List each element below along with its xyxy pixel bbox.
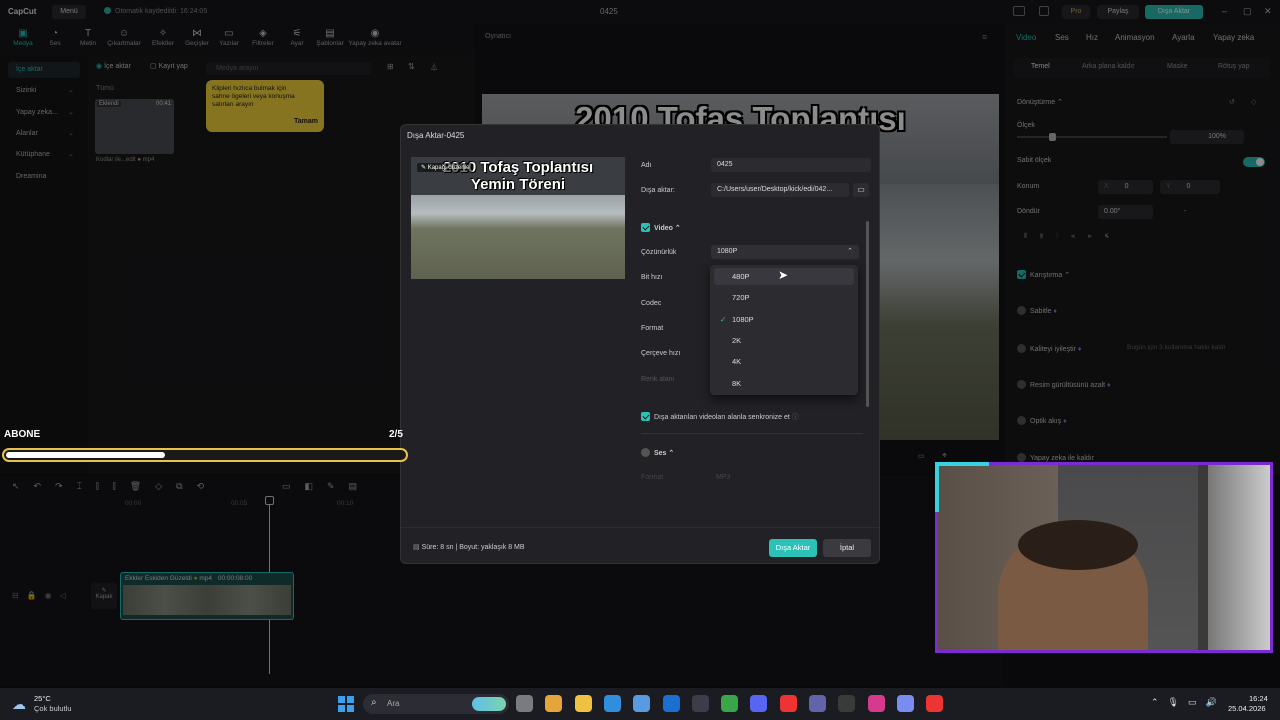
resolution-option-3[interactable]: 2K bbox=[714, 332, 854, 349]
edge-icon[interactable] bbox=[633, 695, 651, 712]
audio-format-value: MP3 bbox=[716, 474, 731, 481]
abone-label: ABONE bbox=[4, 429, 41, 440]
discord-icon[interactable] bbox=[750, 695, 768, 712]
clock-time: 16:24 bbox=[1249, 694, 1268, 703]
sync-checkbox[interactable]: Dışa aktarılan videoları alanla senkroni… bbox=[641, 412, 799, 422]
instagram-icon[interactable] bbox=[867, 695, 885, 712]
resolution-option-2[interactable]: ✓ 1080P bbox=[714, 311, 854, 328]
edit-cover-button[interactable]: ✎ Kapağı düzenle bbox=[417, 163, 474, 172]
dialog-title: Dışa Aktar-0425 bbox=[407, 131, 465, 140]
audio-section-toggle[interactable]: Ses ⌃ bbox=[641, 448, 674, 457]
thumbnail-image bbox=[411, 195, 625, 279]
search-highlight-image bbox=[472, 697, 506, 711]
export-button[interactable]: Dışa Aktar bbox=[769, 539, 817, 557]
bitrate-label: Bit hızı bbox=[641, 274, 663, 281]
export-path-input[interactable]: C:/Users/user/Desktop/kick/edi/042... bbox=[711, 183, 849, 197]
weather-icon[interactable]: ☁ bbox=[12, 696, 26, 713]
format-label: Format bbox=[641, 325, 664, 332]
export-path-label: Dışa aktar: bbox=[641, 187, 675, 194]
webcam-corner-accent bbox=[935, 462, 989, 512]
cancel-button[interactable]: İptal bbox=[823, 539, 871, 557]
resolution-option-4[interactable]: 4K bbox=[714, 353, 854, 370]
weather-desc: Çok bulutlu bbox=[34, 704, 72, 713]
search-icon: ⌕ bbox=[371, 697, 377, 708]
resolution-label: Çözünürlük bbox=[641, 249, 677, 256]
divider bbox=[641, 433, 863, 434]
weather-temp: 25°C bbox=[34, 694, 51, 703]
clock-date: 25.04.2026 bbox=[1228, 704, 1266, 713]
store-icon[interactable] bbox=[603, 695, 621, 712]
teams-icon[interactable] bbox=[809, 695, 826, 712]
resolution-option-1[interactable]: 720P bbox=[714, 289, 854, 306]
capcut-icon[interactable] bbox=[926, 695, 944, 712]
app-icon[interactable] bbox=[896, 695, 914, 712]
files-icon[interactable] bbox=[574, 695, 592, 712]
abone-progress-bar bbox=[2, 448, 408, 462]
taskview-icon[interactable] bbox=[516, 695, 533, 712]
codec-label: Codec bbox=[641, 300, 662, 307]
minecraft-icon[interactable] bbox=[721, 695, 739, 712]
chatgpt-icon[interactable] bbox=[838, 695, 856, 712]
export-thumbnail: 2010 Tofaş Toplantısı Yemin Töreni ✎ Kapa… bbox=[411, 157, 625, 279]
mouse-cursor: ➤ bbox=[778, 268, 789, 282]
opera-icon[interactable] bbox=[779, 695, 797, 712]
framerate-label: Çerçeve hızı bbox=[641, 350, 681, 357]
video-section-toggle[interactable]: Video ⌃ bbox=[641, 223, 681, 232]
resolution-option-5[interactable]: 8K bbox=[714, 375, 854, 392]
footer-divider bbox=[401, 527, 879, 528]
abone-count: 2/5 bbox=[389, 429, 403, 440]
name-label: Adı bbox=[641, 162, 652, 169]
name-input[interactable]: 0425 bbox=[711, 158, 871, 172]
steam-icon[interactable] bbox=[691, 695, 709, 712]
start-icon[interactable] bbox=[338, 696, 354, 712]
dialog-scrollbar[interactable] bbox=[866, 221, 869, 407]
abone-progress-fill bbox=[6, 452, 166, 458]
color-space-label: Renk alanı bbox=[641, 376, 675, 383]
audio-format-label: Format bbox=[641, 474, 664, 481]
chrome-icon[interactable] bbox=[545, 695, 563, 712]
resolution-select[interactable]: 1080P ⌃ bbox=[711, 245, 859, 259]
mail-icon[interactable] bbox=[662, 695, 680, 712]
folder-icon[interactable]: ▭ bbox=[853, 183, 869, 197]
export-info: ▤ Süre: 8 sn | Boyut: yaklaşık 8 MB bbox=[413, 544, 525, 551]
tray-icons[interactable]: ⌃🎙▭🔊 bbox=[1151, 697, 1226, 708]
